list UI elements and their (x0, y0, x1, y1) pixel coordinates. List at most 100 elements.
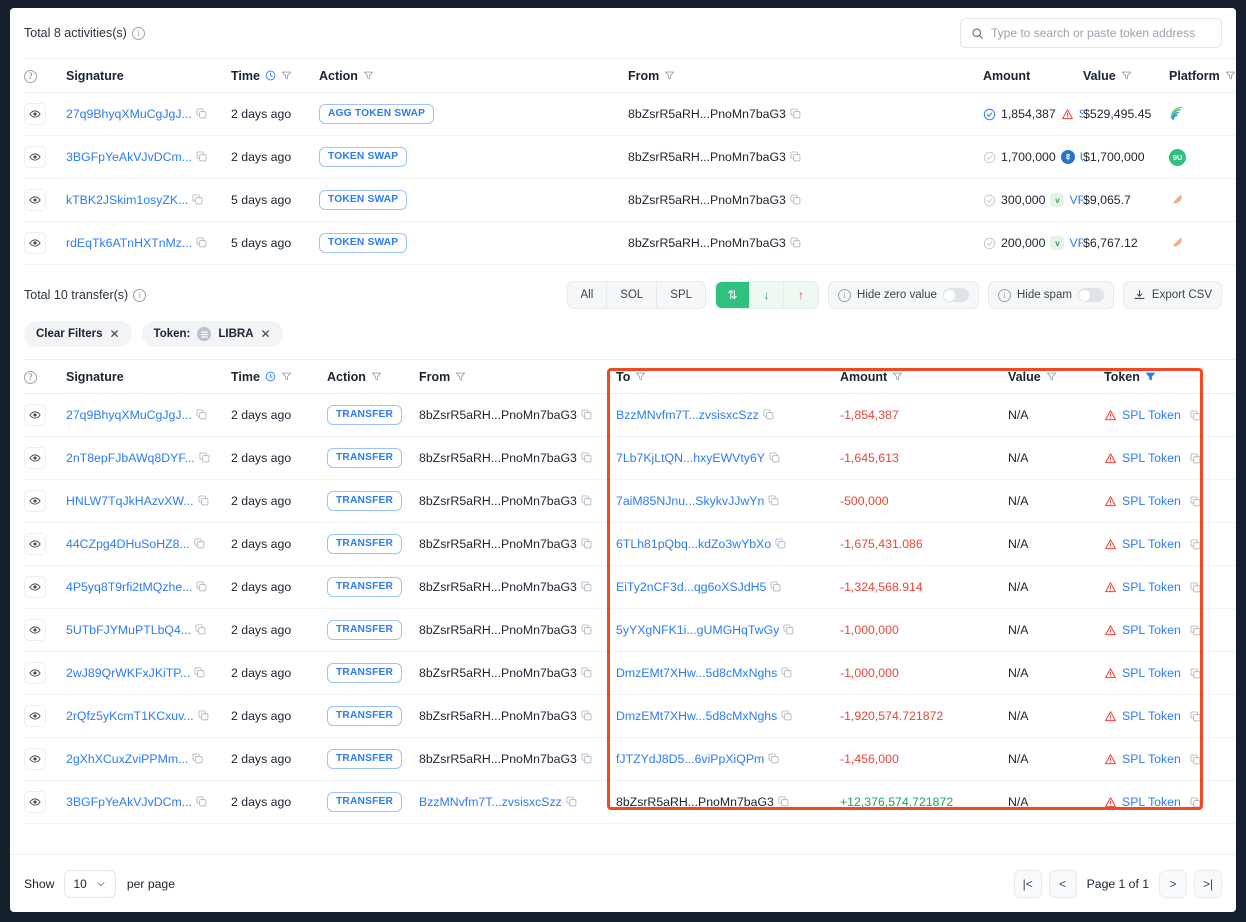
prev-page-button[interactable]: < (1049, 870, 1077, 898)
row-token-cell[interactable]: SPL Token (1104, 437, 1236, 480)
filter-icon[interactable] (1046, 371, 1057, 382)
row-action-cell[interactable]: TRANSFER (327, 523, 419, 566)
question-icon[interactable]: ? (24, 371, 37, 384)
signature-link[interactable]: HNLW7TqJkHAzvXW... (66, 494, 194, 508)
token-in-label[interactable]: VRDN (1069, 236, 1083, 250)
info-icon[interactable]: i (132, 27, 145, 40)
copy-icon[interactable] (783, 624, 794, 635)
token-label[interactable]: SPL Token (1122, 752, 1181, 766)
copy-icon[interactable] (1190, 496, 1201, 507)
copy-icon[interactable] (581, 624, 592, 635)
copy-icon[interactable] (581, 710, 592, 721)
up-arrow-icon[interactable]: ↑ (784, 282, 818, 308)
page-size-select[interactable]: 10 (64, 870, 116, 898)
row-view-cell[interactable] (24, 136, 66, 179)
address-text[interactable]: fJTZYdJ8D5...6viPpXiQPm (616, 752, 764, 766)
action-badge[interactable]: TOKEN SWAP (319, 147, 407, 167)
view-details-button[interactable] (24, 146, 46, 168)
row-to-cell[interactable]: EiTy2nCF3d...qg6oXSJdH5 (616, 566, 840, 609)
col-help[interactable]: ? (24, 360, 66, 394)
view-details-button[interactable] (24, 705, 46, 727)
token-search-box[interactable] (960, 18, 1222, 48)
row-action-cell[interactable]: TRANSFER (327, 652, 419, 695)
first-page-button[interactable]: |< (1014, 870, 1042, 898)
direction-filter-segment[interactable]: ⇅ ↓ ↑ (715, 281, 819, 309)
row-to-cell[interactable]: 7aiM85NJnu...SkykvJJwYn (616, 480, 840, 523)
search-input[interactable] (991, 26, 1211, 40)
copy-icon[interactable] (581, 753, 592, 764)
filter-icon-active[interactable] (1145, 371, 1156, 382)
row-action-cell[interactable]: TRANSFER (327, 394, 419, 437)
address-text[interactable]: DmzEMt7XHw...5d8cMxNghs (616, 709, 777, 723)
copy-icon[interactable] (581, 452, 592, 463)
last-page-button[interactable]: >| (1194, 870, 1222, 898)
filter-icon[interactable] (281, 371, 292, 382)
signature-link[interactable]: 27q9BhyqXMuCgJgJ... (66, 408, 192, 422)
copy-icon[interactable] (1190, 625, 1201, 636)
row-view-cell[interactable] (24, 781, 66, 824)
copy-icon[interactable] (196, 237, 207, 248)
close-icon[interactable]: ✕ (109, 327, 119, 341)
row-action-cell[interactable]: TRANSFER (327, 437, 419, 480)
row-to-cell[interactable]: 5yYXgNFK1i...gUMGHqTwGy (616, 609, 840, 652)
row-to-cell[interactable]: BzzMNvfm7T...zvsisxcSzz (616, 394, 840, 437)
copy-icon[interactable] (1190, 410, 1201, 421)
clear-filters-chip[interactable]: Clear Filters ✕ (24, 321, 132, 347)
filter-icon[interactable] (363, 70, 374, 81)
clock-icon[interactable] (265, 371, 276, 382)
hide-spam-toggle[interactable]: i Hide spam (988, 281, 1114, 309)
copy-icon[interactable] (763, 409, 774, 420)
row-signature-cell[interactable]: 5UTbFJYMuPTLbQ4... (66, 609, 231, 652)
token-in-label[interactable]: VRDN (1069, 193, 1083, 207)
row-to-cell[interactable]: fJTZYdJ8D5...6viPpXiQPm (616, 738, 840, 781)
filter-icon[interactable] (892, 371, 903, 382)
copy-icon[interactable] (581, 667, 592, 678)
row-action-cell[interactable]: TOKEN SWAP (319, 179, 628, 222)
col-token[interactable]: Token (1104, 360, 1236, 394)
col-to[interactable]: To (616, 360, 840, 394)
action-badge[interactable]: TRANSFER (327, 577, 402, 597)
token-label[interactable]: SPL Token (1122, 623, 1181, 637)
action-badge[interactable]: TOKEN SWAP (319, 233, 407, 253)
export-csv-button[interactable]: Export CSV (1123, 281, 1222, 309)
row-from-cell[interactable]: 8bZsrR5aRH...PnoMn7baG3 (419, 523, 616, 566)
row-action-cell[interactable]: TRANSFER (327, 609, 419, 652)
close-icon[interactable]: ✕ (261, 327, 271, 341)
copy-icon[interactable] (790, 108, 801, 119)
row-action-cell[interactable]: TOKEN SWAP (319, 136, 628, 179)
row-from-cell[interactable]: 8bZsrR5aRH...PnoMn7baG3 (628, 222, 983, 265)
row-token-cell[interactable]: SPL Token (1104, 738, 1236, 781)
filter-spl[interactable]: SPL (657, 282, 705, 308)
table-row[interactable]: 4P5yq8T9rfi2tMQzhe... 2 days agoTRANSFER… (24, 566, 1236, 609)
address-text[interactable]: EiTy2nCF3d...qg6oXSJdH5 (616, 580, 766, 594)
row-from-cell[interactable]: BzzMNvfm7T...zvsisxcSzz (419, 781, 616, 824)
row-from-cell[interactable]: 8bZsrR5aRH...PnoMn7baG3 (419, 652, 616, 695)
col-time[interactable]: Time (231, 59, 319, 93)
action-badge[interactable]: TRANSFER (327, 706, 402, 726)
row-signature-cell[interactable]: 27q9BhyqXMuCgJgJ... (66, 93, 231, 136)
type-filter-segment[interactable]: All SOL SPL (567, 281, 707, 309)
copy-icon[interactable] (199, 452, 210, 463)
hide-zero-value-toggle[interactable]: i Hide zero value (828, 281, 979, 309)
copy-icon[interactable] (195, 624, 206, 635)
filter-sol[interactable]: SOL (607, 282, 657, 308)
row-signature-cell[interactable]: 44CZpg4DHuSoHZ8... (66, 523, 231, 566)
filter-icon[interactable] (371, 371, 382, 382)
token-label[interactable]: SPL Token (1122, 494, 1181, 508)
table-row[interactable]: 27q9BhyqXMuCgJgJ... 2 days agoTRANSFER8b… (24, 394, 1236, 437)
filter-icon[interactable] (1121, 70, 1132, 81)
address-text[interactable]: 5yYXgNFK1i...gUMGHqTwGy (616, 623, 779, 637)
row-to-cell[interactable]: DmzEMt7XHw...5d8cMxNghs (616, 652, 840, 695)
col-time[interactable]: Time (231, 360, 327, 394)
row-action-cell[interactable]: TRANSFER (327, 566, 419, 609)
view-details-button[interactable] (24, 533, 46, 555)
table-row[interactable]: 2rQfz5yKcmT1KCxuv... 2 days agoTRANSFER8… (24, 695, 1236, 738)
action-badge[interactable]: TOKEN SWAP (319, 190, 407, 210)
action-badge[interactable]: TRANSFER (327, 534, 402, 554)
filter-all[interactable]: All (568, 282, 608, 308)
row-token-cell[interactable]: SPL Token (1104, 609, 1236, 652)
row-action-cell[interactable]: TOKEN SWAP (319, 222, 628, 265)
row-view-cell[interactable] (24, 738, 66, 781)
row-from-cell[interactable]: 8bZsrR5aRH...PnoMn7baG3 (419, 566, 616, 609)
view-details-button[interactable] (24, 404, 46, 426)
